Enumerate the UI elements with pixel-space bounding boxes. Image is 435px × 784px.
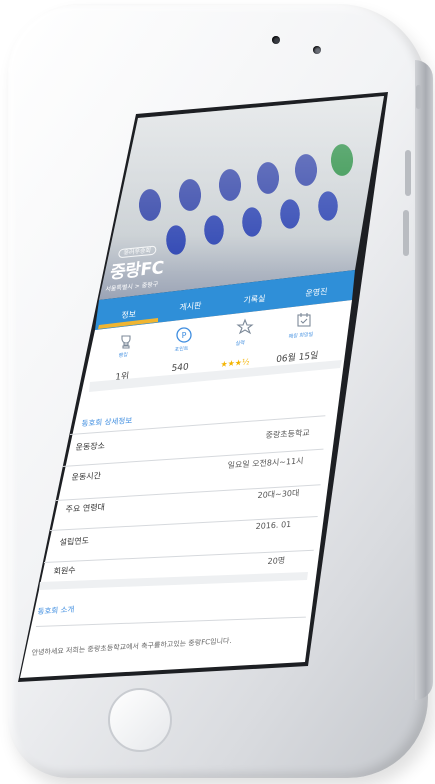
tab-staff[interactable]: 운영진 xyxy=(305,286,328,299)
intro-title: 동호회 소개 xyxy=(37,604,75,617)
detail-time-label: 운동시간 xyxy=(71,471,102,483)
tab-info[interactable]: 정보 xyxy=(121,309,137,322)
home-button xyxy=(108,688,172,752)
sensor-icon xyxy=(313,46,321,54)
tab-records[interactable]: 기록실 xyxy=(243,293,266,306)
trophy-icon xyxy=(121,335,131,349)
svg-text:P: P xyxy=(182,331,187,340)
star-icon xyxy=(236,318,254,335)
stat-skill-label: 실력 xyxy=(235,340,246,348)
detail-founded-label: 설립연도 xyxy=(59,536,90,548)
volume-up-button xyxy=(405,150,411,196)
stat-points-label: 포인트 xyxy=(174,345,189,354)
stat-rank-label: 랭킹 xyxy=(118,352,129,360)
points-icon: P xyxy=(176,327,192,343)
detail-place-label: 운동장소 xyxy=(75,441,106,453)
device-mockup: 유러우승회 중랑FC 서울특별시 > 중랑구 정보 게시판 기록실 운영진 P … xyxy=(0,0,435,784)
calendar-icon xyxy=(297,313,311,327)
phone-edge xyxy=(415,60,433,700)
volume-down-button xyxy=(403,210,409,256)
front-camera-icon xyxy=(272,36,280,44)
stat-points-value: 540 xyxy=(170,362,190,375)
tab-board[interactable]: 게시판 xyxy=(179,300,202,313)
detail-members-label: 회원수 xyxy=(53,565,76,577)
detail-members-value: 20명 xyxy=(267,555,286,567)
mute-switch xyxy=(416,85,421,109)
